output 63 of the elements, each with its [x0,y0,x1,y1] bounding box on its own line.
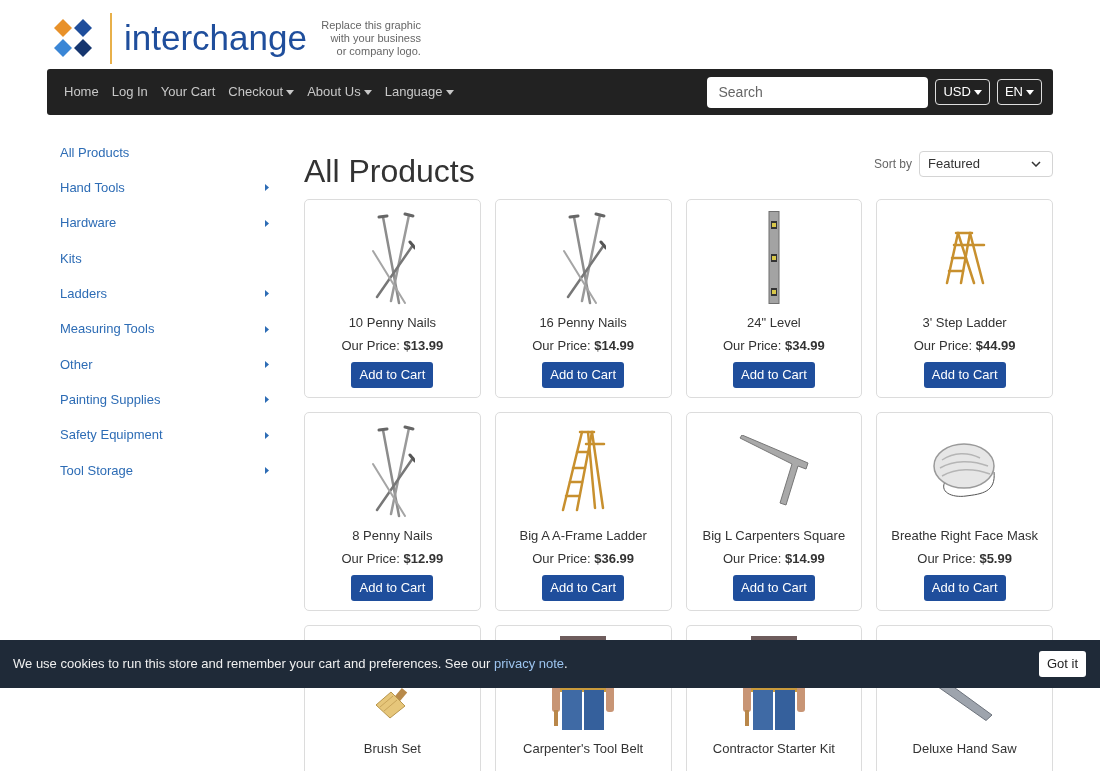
language-dropdown[interactable]: EN [996,79,1042,105]
nav-link[interactable]: Log In [111,83,148,101]
product-name[interactable]: 16 Penny Nails [539,314,627,332]
add-to-cart-button[interactable]: Add to Cart [542,362,624,388]
sort-dropdown[interactable]: Featured [919,151,1053,177]
category-link[interactable]: All Products [47,135,280,171]
product-price: Our Price: $13.99 [341,337,444,355]
category-link[interactable]: Other [47,346,280,383]
chevron-down-icon [1031,161,1041,167]
product-name[interactable]: 10 Penny Nails [348,314,437,332]
add-to-cart-button[interactable]: Add to Cart [733,575,815,601]
add-to-cart-button[interactable]: Add to Cart [923,362,1006,388]
nav-link[interactable]: Your Cart [160,83,216,101]
face-mask-drawing [931,441,998,500]
product-price: Our Price: $12.99 [341,550,444,568]
category-link[interactable]: Ladders [47,276,280,312]
category-link[interactable]: Painting Supplies [47,382,280,418]
diamond-logo-icon [53,18,93,58]
product-name[interactable]: Deluxe Hand Saw [912,740,1017,758]
product-name[interactable]: 3' Step Ladder [922,314,1007,332]
add-to-cart-button[interactable]: Add to Cart [923,575,1006,601]
product-price: Our Price: $34.99 [722,337,825,355]
product-price: Our Price: $44.99 [913,337,1016,355]
nav-dropdown-link[interactable]: Language [384,83,454,101]
hand-saw-drawing [936,686,993,721]
brush-drawing [375,687,410,719]
product-name[interactable]: Contractor Starter Kit [712,740,835,758]
caret-icon [973,89,982,95]
add-to-cart-button[interactable]: Add to Cart [351,362,434,388]
privacy-note-link[interactable]: privacy note [494,656,565,672]
logo-text: interchange [124,17,307,59]
nav-link[interactable]: Home [64,83,99,101]
search-field[interactable]: Search [707,76,929,108]
logo-placeholder-note: Replace this graphic with your business or company logo. [320,18,421,58]
sort-label: Sort by [874,156,912,173]
step-ladder-drawing [943,230,986,285]
product-name[interactable]: Breathe Right Face Mask [891,527,1038,545]
category-link[interactable]: Hand Tools [47,170,280,206]
category-link[interactable]: Safety Equipment [47,417,280,453]
add-to-cart-button[interactable]: Add to Cart [351,575,434,601]
nav-dropdown-link[interactable]: About Us [307,83,372,101]
product-name[interactable]: Carpenter's Tool Belt [523,740,644,758]
add-to-cart-button[interactable]: Add to Cart [542,575,624,601]
product-name[interactable]: Brush Set [363,740,421,758]
currency-dropdown[interactable]: USD [935,79,990,105]
category-link[interactable]: Kits [47,240,280,277]
product-price: Our Price: $36.99 [532,550,635,568]
got-it-button[interactable]: Got it [1038,651,1086,677]
category-link[interactable]: Hardware [47,205,280,241]
add-to-cart-button[interactable]: Add to Cart [733,362,815,388]
product-name[interactable]: Big A A-Frame Ladder [519,527,647,545]
product-name[interactable]: 24" Level [747,314,801,332]
product-price: Our Price: $5.99 [917,550,1012,568]
category-link[interactable]: Tool Storage [47,452,280,488]
nav-dropdown-link[interactable]: Checkout [228,83,295,101]
product-price: Our Price: $14.99 [722,550,825,568]
product-name[interactable]: 8 Penny Nails [352,527,433,545]
category-link[interactable]: Measuring Tools [47,311,280,347]
page-title: All Products [304,152,475,191]
cookie-message: We use cookies to run this store and remember your cart and preferences. See our privacy note. [13,655,568,674]
product-price: Our Price: $14.99 [532,337,635,355]
product-name[interactable]: Big L Carpenters Square [702,527,846,545]
caret-icon [1026,89,1034,95]
